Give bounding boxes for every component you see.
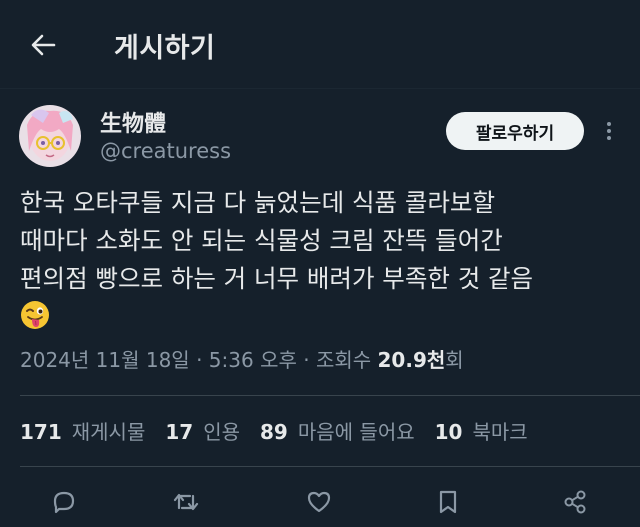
winking-face-with-tongue-emoji [20,300,50,330]
top-bar: 게시하기 [0,0,640,90]
reposts-stat[interactable]: 171 재게시물 [20,416,145,445]
views-count: 20.9천 [377,348,446,372]
bookmarks-stat[interactable]: 10 북마크 [435,416,528,445]
divider [20,466,640,467]
follow-button[interactable]: 팔로우하기 [446,112,584,150]
likes-label: 마음에 들어요 [297,420,415,444]
avatar[interactable] [19,105,81,167]
quotes-label: 인용 [203,420,241,444]
back-button[interactable] [26,28,60,62]
reposts-count: 171 [20,420,62,444]
bookmark-button[interactable] [432,486,464,518]
arrow-left-icon [31,34,56,56]
meta-separator: · [296,348,316,372]
tweet-text: 한국 오타쿠들 지금 다 늙었는데 식품 콜라보할 때마다 소화도 안 되는 식… [20,184,630,298]
avatar-image [19,105,81,167]
page-title: 게시하기 [114,33,216,64]
tweet-line: 편의점 빵으로 하는 거 너무 배려가 부족한 것 같음 [20,264,534,293]
quotes-count: 17 [165,420,194,444]
reply-icon [53,491,75,514]
like-button[interactable] [303,486,335,518]
tweet-time: 5:36 오후 [208,348,297,372]
engagement-stats: 171 재게시물 17 인용 89 마음에 들어요 10 북마크 [20,416,548,445]
bookmarks-label: 북마크 [472,420,528,444]
bookmark-icon [439,490,457,514]
retweet-icon [173,493,199,511]
tweet-date: 2024년 11월 18일 [20,348,190,372]
retweet-button[interactable] [170,486,202,518]
tweet-line: 때마다 소화도 안 되는 식물성 크림 잔뜩 들어간 [20,226,503,255]
quotes-stat[interactable]: 17 인용 [165,416,240,445]
more-dot [607,122,611,126]
divider [20,395,640,396]
share-icon [564,490,586,514]
meta-separator: · [189,348,209,372]
user-handle[interactable]: @creaturess [100,139,231,163]
share-button[interactable] [559,486,591,518]
views-label: 조회수 [315,348,378,372]
views-suffix: 회 [445,348,464,372]
tweet-line: 한국 오타쿠들 지금 다 늙었는데 식품 콜라보할 [20,188,495,217]
bookmarks-count: 10 [434,420,463,444]
reply-button[interactable] [48,486,80,518]
tweet-meta: 2024년 11월 18일 · 5:36 오후 · 조회수 20.9천 회 [20,344,464,373]
more-dot [607,136,611,140]
likes-count: 89 [260,420,288,444]
more-dot [607,129,611,133]
more-options-button[interactable] [600,116,618,146]
like-icon [307,491,331,513]
reposts-label: 재게시물 [71,420,146,444]
display-name[interactable]: 生物體 [100,106,166,138]
likes-stat[interactable]: 89 마음에 들어요 [260,416,415,445]
divider [0,88,640,89]
